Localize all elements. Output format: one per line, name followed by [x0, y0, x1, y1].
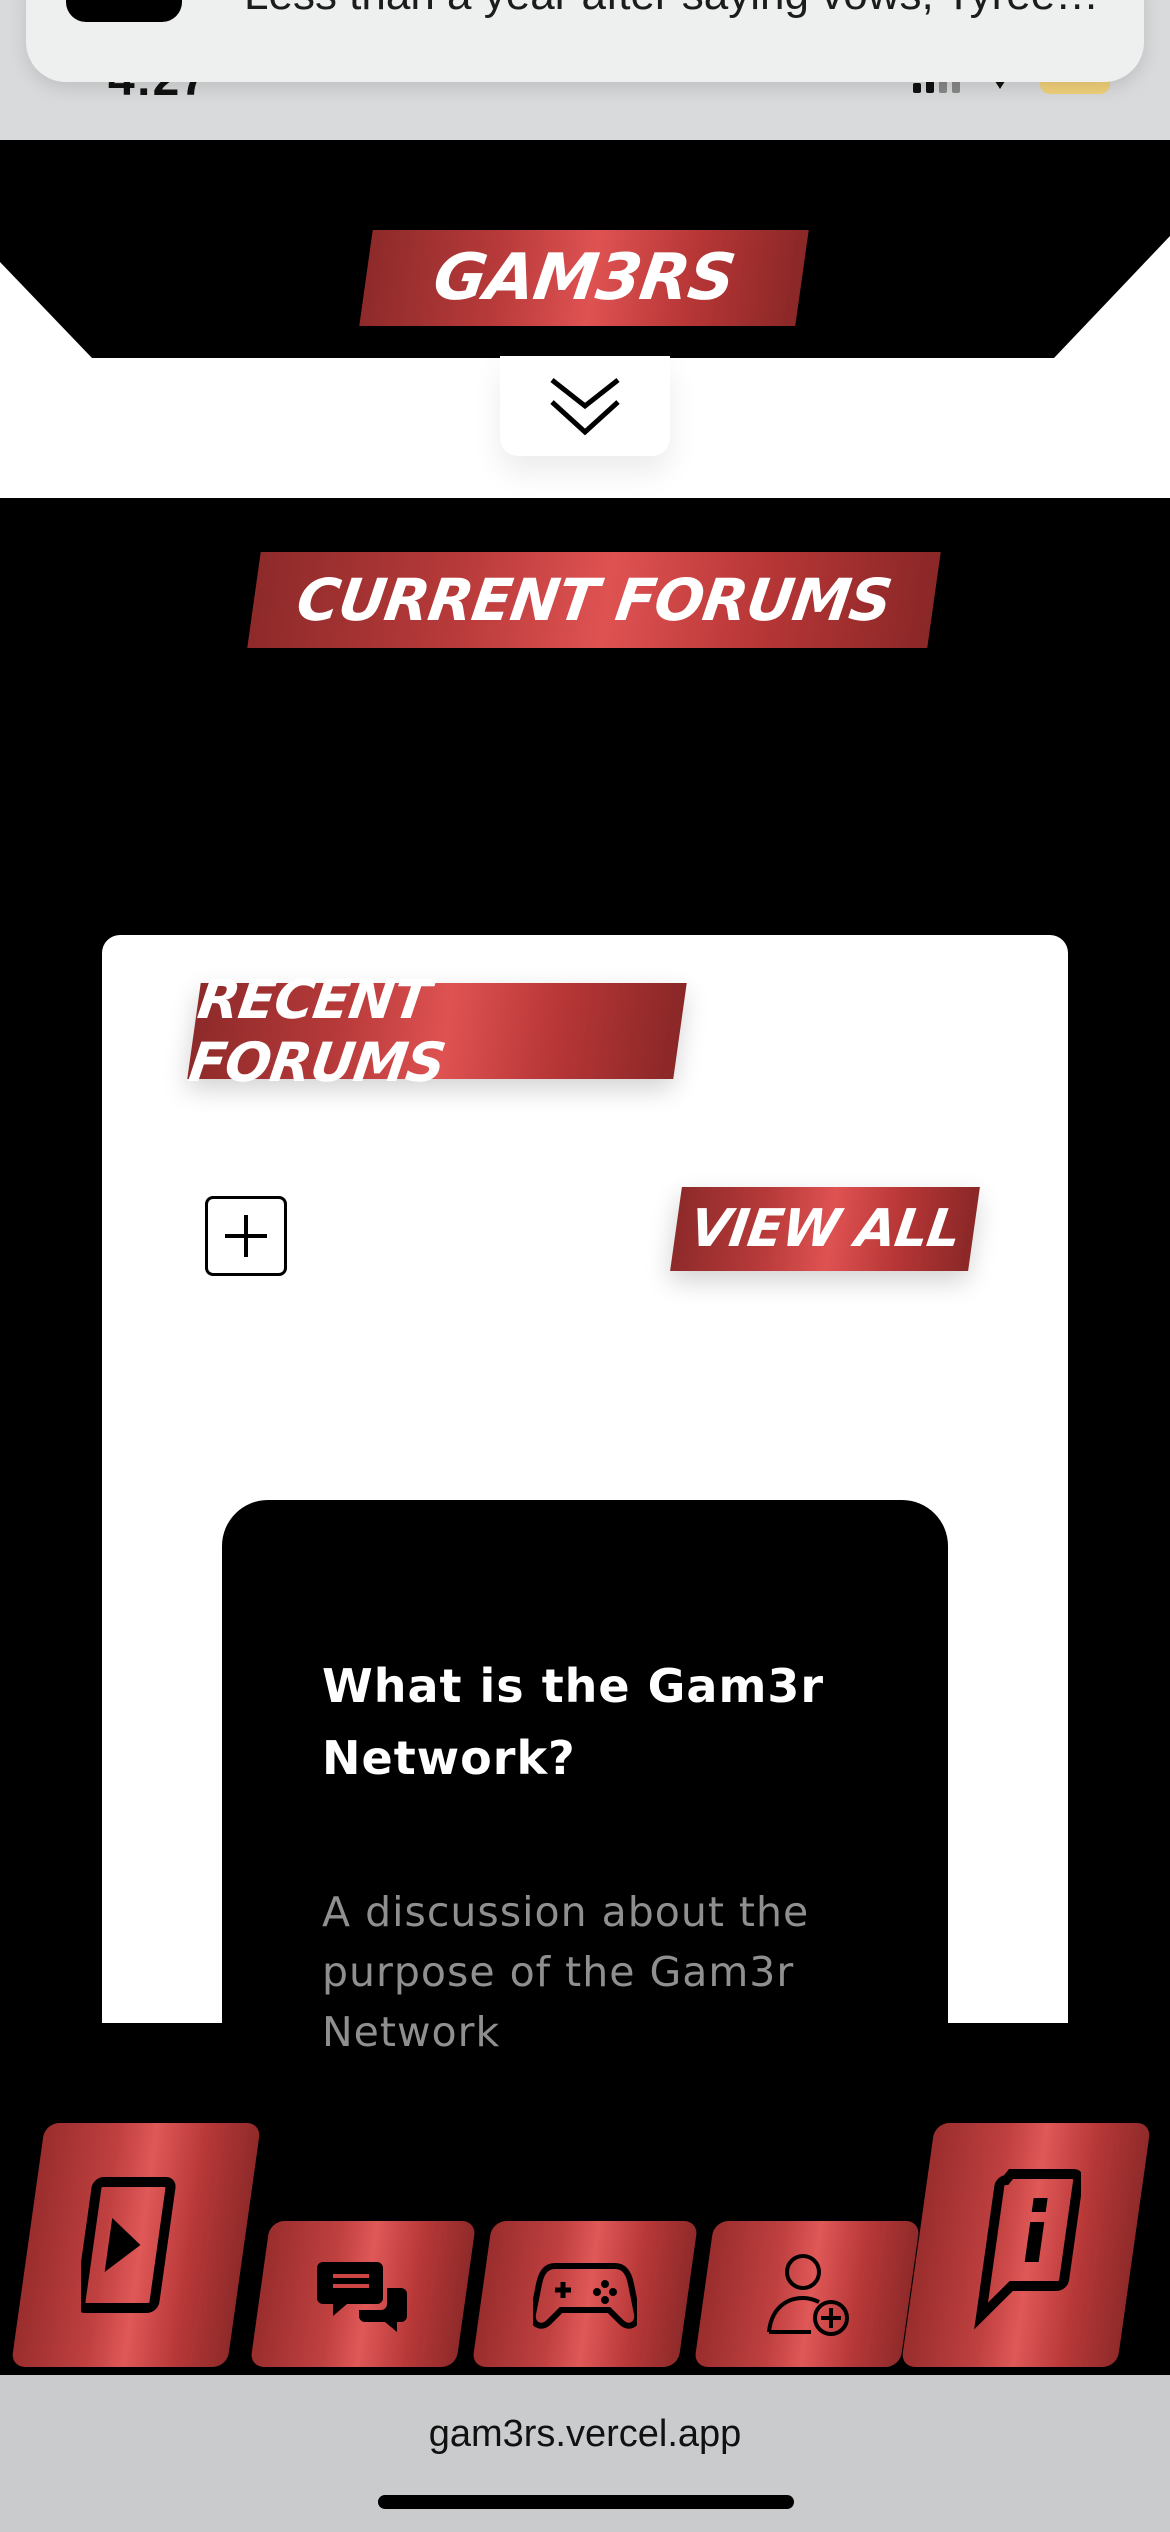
gamepad-icon [533, 2263, 637, 2329]
recent-forums-heading: RECENT FORUMS [185, 968, 687, 1094]
play-video-icon [81, 2177, 176, 2313]
brand-logo[interactable]: GAM3RS [359, 230, 809, 326]
view-all-label: VIEW ALL [686, 1199, 964, 1259]
notification-app-icon [66, 0, 182, 22]
nav-add-user-button[interactable] [693, 2221, 921, 2367]
forum-title: What is the Gam3r Network? [322, 1659, 825, 1785]
forum-description: A discussion about the purpose of the Ga… [322, 1888, 810, 2056]
forum-card[interactable]: What is the Gam3r Network? A discussion … [222, 1500, 948, 2200]
plus-square-icon [225, 1215, 267, 1257]
double-chevron-down-icon [550, 378, 620, 436]
expand-menu-button[interactable] [500, 356, 670, 456]
view-all-button[interactable]: VIEW ALL [670, 1187, 980, 1271]
current-forums-title: CURRENT FORUMS [292, 566, 896, 634]
recent-forums-title: RECENT FORUMS [185, 968, 449, 1094]
add-user-icon [767, 2254, 849, 2336]
notification-banner[interactable]: Less than a year after saying vows, Tyre… [26, 0, 1144, 82]
url-text: gam3rs.vercel.app [428, 2413, 742, 2455]
add-forum-button[interactable] [205, 1196, 287, 1276]
nav-play-button[interactable] [10, 2123, 262, 2367]
nav-games-button[interactable] [471, 2221, 699, 2367]
chat-bubbles-icon [317, 2262, 407, 2332]
current-forums-heading: CURRENT FORUMS [247, 552, 941, 648]
nav-chat-button[interactable] [249, 2221, 477, 2367]
header-corner-left [0, 262, 92, 358]
notification-text: Less than a year after saying vows, Tyre… [244, 0, 1099, 20]
home-indicator[interactable] [378, 2495, 794, 2509]
brand-text: GAM3RS [428, 241, 740, 315]
bottom-nav [0, 2115, 1170, 2375]
nav-info-button[interactable] [900, 2123, 1152, 2367]
browser-url-bar[interactable]: gam3rs.vercel.app [0, 2375, 1170, 2532]
info-icon [974, 2169, 1081, 2330]
header-corner-right [1054, 236, 1170, 358]
